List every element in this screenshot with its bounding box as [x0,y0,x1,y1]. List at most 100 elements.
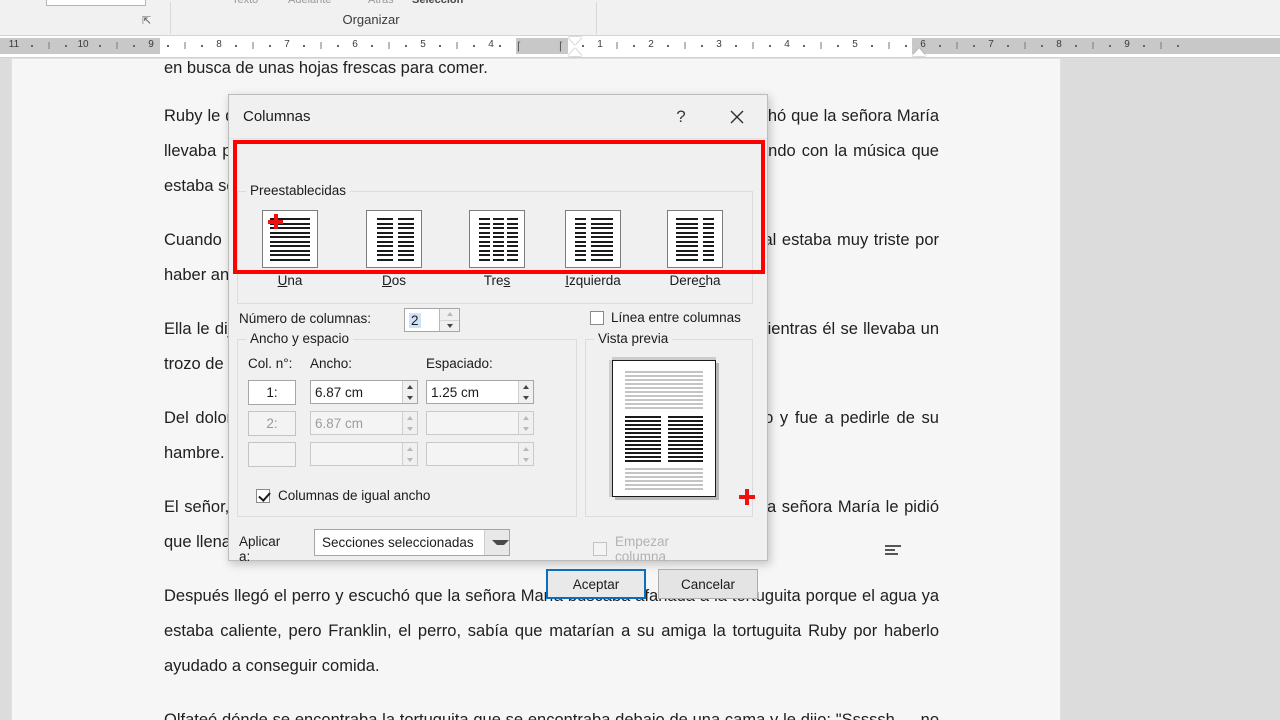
width-value-1[interactable] [311,381,403,403]
ruler-tick: 8 [216,39,222,50]
stepper-buttons[interactable] [518,381,533,403]
ruler-tick: 5 [852,39,858,50]
ruler-tick: 8 [1056,39,1062,50]
stepper-up-button [519,412,533,423]
ruler-tick: 9 [1124,39,1130,50]
three-columns-icon [469,210,525,268]
preset-tres[interactable]: Tres [455,210,539,288]
stepper-buttons [402,412,417,434]
spacing-value-1[interactable] [427,381,519,403]
accept-button[interactable]: Aceptar [546,569,646,599]
width-value-2 [311,412,403,434]
equal-width-checkbox[interactable]: Columnas de igual ancho [256,488,430,503]
preset-label: Derecha [669,273,721,288]
stepper-up-button[interactable] [519,381,533,392]
ribbon-divider [596,2,597,34]
left-column-icon [565,210,621,268]
ribbon-command-texto[interactable]: Texto [232,0,258,6]
stepper-up-button [519,443,533,454]
dialog-title-bar[interactable]: Columnas ? [229,95,767,139]
ruler-tick: 9 [148,39,154,50]
horizontal-ruler[interactable]: 11 10 9 8 7 6 5 4 1 2 3 4 5 6 7 8 9 ⌈ ⌈ [0,36,1280,58]
ribbon-divider [170,2,171,34]
preview-bottom-lines [625,468,703,492]
ribbon-strip: ⇱ Texto Adelante Atrás Selección Organiz… [0,0,1280,36]
stepper-down-button [519,454,533,465]
apply-to-select[interactable]: Secciones seleccionadas [314,529,510,556]
ruler-tick-labels: 11 10 9 8 7 6 5 4 1 2 3 4 5 6 7 8 9 [0,36,1280,57]
ribbon-command-seleccion[interactable]: Selección [412,0,463,6]
preset-label: Izquierda [565,273,621,288]
preview-legend: Vista previa [594,331,673,346]
checkbox-box[interactable] [590,310,604,325]
paragraph-text: Olfateó dónde se encontraba la tortuguit… [164,711,939,720]
first-line-indent-marker[interactable] [568,37,582,45]
stepper-buttons[interactable] [402,381,417,403]
columnas-dialog[interactable]: Columnas ? Preestablecidas Una Dos Tres … [228,94,768,599]
stepper-buttons[interactable] [439,309,459,331]
preview-column-left [625,416,661,464]
stepper-down-button[interactable] [440,321,459,332]
colnum-cell-3 [248,442,296,467]
paragraph-with-misspelling[interactable]: Olfateó dónde se encontraba la tortuguit… [164,703,939,720]
width-input-3 [310,442,418,466]
presets-legend: Preestablecidas [246,183,351,198]
ruler-tick: 4 [784,39,790,50]
number-of-columns-row: Número de columnas: 2 Línea entre column… [237,307,753,333]
width-header: Ancho: [310,356,353,371]
number-of-columns-value[interactable]: 2 [409,312,421,328]
stepper-up-button [403,443,417,454]
ruler-tick: 7 [284,39,290,50]
width-input-1[interactable] [310,380,418,404]
colnum-cell-2: 2: [248,411,296,436]
ruler-tick: 1 [597,39,603,50]
tab-stop-marker[interactable]: ⌈ [559,40,563,53]
ruler-tick: 10 [77,39,89,50]
line-between-columns-checkbox[interactable]: Línea entre columnas [590,310,741,325]
preset-label: Tres [483,273,511,288]
one-column-icon [262,210,318,268]
stepper-down-button [403,454,417,465]
misspelled-word[interactable]: Sssssh [841,711,895,720]
stepper-down-button[interactable] [519,392,533,403]
width-input-2 [310,411,418,435]
preset-una[interactable]: Una [248,210,332,288]
tab-stop-marker[interactable]: ⌈ [517,40,521,53]
stepper-buttons [402,443,417,465]
preset-derecha[interactable]: Derecha [653,210,737,288]
close-icon[interactable] [715,97,759,137]
hanging-indent-marker[interactable] [568,48,582,56]
ruler-tick: 5 [420,39,426,50]
chevron-down-icon[interactable] [484,530,509,555]
ribbon-command-adelante[interactable]: Adelante [288,0,331,6]
start-column-label: Empezar columna [615,534,670,564]
cancel-button[interactable]: Cancelar [658,569,758,599]
width-spacing-legend: Ancho y espacio [246,331,354,346]
ruler-tick: 6 [352,39,358,50]
ruler-tick: 3 [716,39,722,50]
right-indent-marker[interactable] [912,48,926,56]
spacing-value-3 [427,443,519,465]
preview-page [612,360,716,497]
stepper-up-button[interactable] [403,381,417,392]
number-of-columns-stepper[interactable]: 2 [404,308,460,332]
apply-to-label: Aplicar a: [239,534,281,564]
help-icon[interactable]: ? [665,102,697,132]
stepper-buttons [518,412,533,434]
ruler-tick: 11 [8,39,20,50]
checkbox-box[interactable] [256,488,270,503]
spacing-input-1[interactable] [426,380,534,404]
preset-izquierda[interactable]: Izquierda [551,210,635,288]
ribbon-command-atras[interactable]: Atrás [368,0,394,6]
stepper-up-button [403,412,417,423]
preset-label: Dos [381,273,406,288]
stepper-up-button[interactable] [440,309,459,321]
dialog-launcher-icon[interactable]: ⇱ [142,14,151,27]
preset-dos[interactable]: Dos [352,210,436,288]
stepper-down-button [519,423,533,434]
stepper-down-button[interactable] [403,392,417,403]
ribbon-gallery-box[interactable] [46,0,146,6]
stepper-buttons [518,443,533,465]
preview-top-lines [625,371,703,411]
paragraph[interactable]: en busca de unas hojas frescas para come… [164,58,939,86]
